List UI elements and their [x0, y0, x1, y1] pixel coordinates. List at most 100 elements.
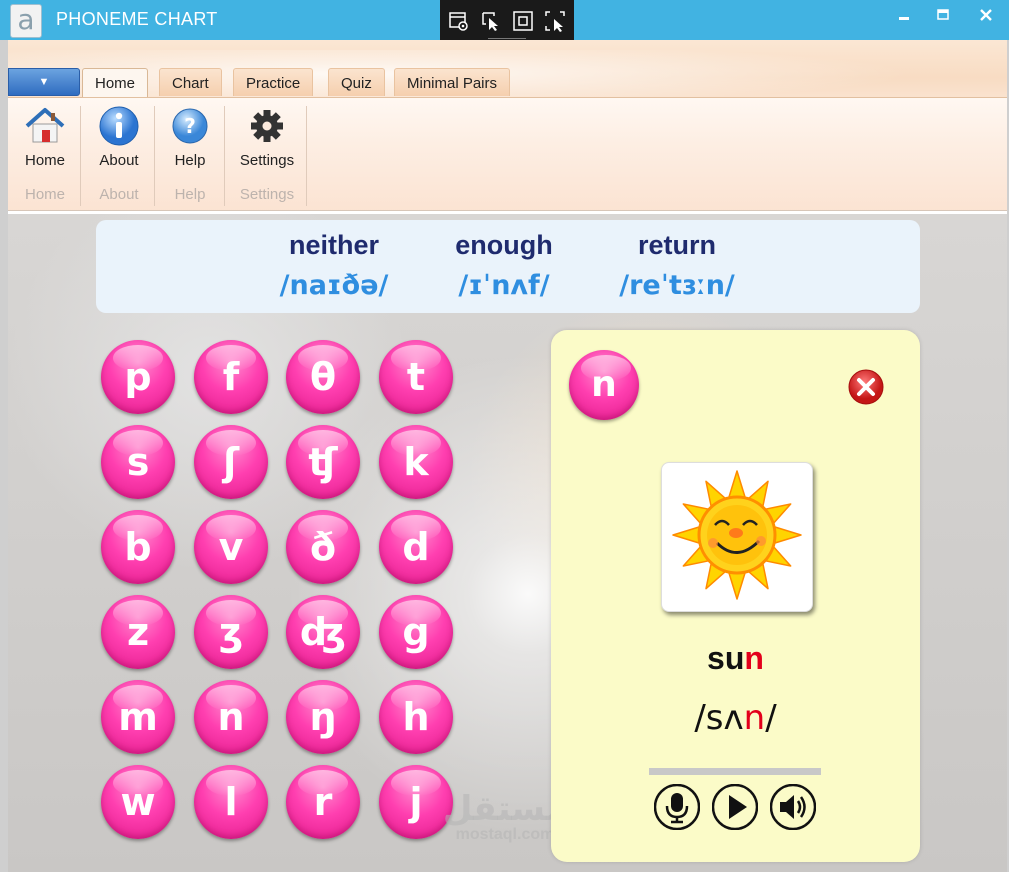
phoneme-button[interactable]: n	[194, 680, 268, 754]
tab-minimal-pairs[interactable]: Minimal Pairs	[394, 68, 511, 96]
example-ipa: /reˈtɜːn/	[619, 270, 735, 301]
speaker-icon	[769, 783, 817, 831]
tab-minimal-pairs-label: Minimal Pairs	[407, 75, 498, 92]
phoneme-label: z	[126, 610, 150, 654]
phoneme-button[interactable]: b	[101, 510, 175, 584]
fullscreen-capture-icon[interactable]	[512, 10, 534, 32]
house-icon	[23, 104, 67, 148]
phoneme-label: ð	[309, 525, 337, 569]
phoneme-button[interactable]: l	[194, 765, 268, 839]
tab-home[interactable]: Home	[82, 68, 149, 98]
help-button[interactable]: ? Help	[162, 104, 218, 169]
minimize-icon	[899, 17, 909, 20]
ribbon-separator	[80, 106, 81, 206]
ribbon-panel: Home Home About About ? Help Help Settin…	[8, 97, 1007, 212]
minimize-button[interactable]	[891, 8, 917, 30]
phoneme-button[interactable]: f	[194, 340, 268, 414]
tab-quiz-label: Quiz	[341, 75, 372, 92]
phoneme-button[interactable]: v	[194, 510, 268, 584]
phoneme-label: ŋ	[309, 695, 337, 739]
word-picture	[661, 462, 813, 612]
help-icon: ?	[168, 104, 212, 148]
phoneme-button[interactable]: k	[379, 425, 453, 499]
phoneme-button[interactable]: ʒ	[194, 595, 268, 669]
phoneme-button[interactable]: r	[286, 765, 360, 839]
home-button[interactable]: Home	[16, 104, 74, 169]
phoneme-label: j	[409, 780, 423, 824]
pointer-select-icon[interactable]	[480, 10, 502, 32]
maximize-button[interactable]	[930, 8, 956, 30]
tab-home-label: Home	[95, 75, 136, 92]
selected-phoneme[interactable]: n	[569, 350, 639, 420]
phoneme-label: s	[126, 440, 150, 484]
example-ipa: /ɪˈnʌf/	[458, 270, 550, 301]
word-prefix: su	[707, 640, 745, 676]
help-group-label: Help	[174, 186, 206, 203]
dropdown-arrow-icon: ▼	[38, 76, 50, 88]
selected-phoneme-label: n	[591, 364, 617, 405]
phoneme-label: ʤ	[299, 610, 347, 654]
phoneme-label: h	[402, 695, 430, 739]
ipa-highlight: n	[743, 698, 766, 738]
svg-text:?: ?	[184, 114, 196, 138]
phoneme-button[interactable]: t	[379, 340, 453, 414]
phoneme-label: r	[313, 780, 333, 824]
close-icon	[980, 9, 992, 21]
settings-button[interactable]: Settings	[232, 104, 302, 169]
microphone-icon	[653, 783, 701, 831]
phoneme-label: ʒ	[218, 610, 244, 654]
tab-quiz[interactable]: Quiz	[328, 68, 385, 96]
ipa-prefix: /sʌ	[694, 698, 744, 738]
ribbon-separator	[224, 106, 225, 206]
gear-icon	[245, 104, 289, 148]
app-menu-button[interactable]: ▼	[8, 68, 80, 96]
phoneme-label: t	[406, 355, 426, 399]
tab-practice[interactable]: Practice	[233, 68, 314, 96]
window-capture-icon[interactable]	[448, 10, 470, 32]
close-button[interactable]	[973, 8, 999, 30]
phoneme-label: p	[124, 355, 152, 399]
phoneme-button[interactable]: g	[379, 595, 453, 669]
about-group-label: About	[99, 186, 139, 203]
example-word[interactable]: return	[592, 230, 762, 261]
phoneme-label: l	[224, 780, 238, 824]
tab-chart-label: Chart	[172, 75, 209, 92]
close-card-button[interactable]	[847, 368, 885, 406]
example-word-display: sun	[551, 640, 920, 677]
about-button-label: About	[99, 152, 139, 169]
example-word[interactable]: neither	[249, 230, 419, 261]
phoneme-button[interactable]: s	[101, 425, 175, 499]
record-button[interactable]	[653, 783, 701, 831]
play-button[interactable]	[711, 783, 759, 831]
phoneme-label: d	[402, 525, 430, 569]
phoneme-button[interactable]: h	[379, 680, 453, 754]
phoneme-button[interactable]: p	[101, 340, 175, 414]
window-title: PHONEME CHART	[56, 9, 218, 29]
phoneme-button[interactable]: ʃ	[194, 425, 268, 499]
phoneme-button[interactable]: ʧ	[286, 425, 360, 499]
example-ipa: /naɪðə/	[279, 270, 389, 301]
phoneme-button[interactable]: z	[101, 595, 175, 669]
phoneme-button[interactable]: d	[379, 510, 453, 584]
phoneme-label: k	[403, 440, 429, 484]
phoneme-label: n	[217, 695, 245, 739]
home-button-label: Home	[24, 152, 65, 169]
phoneme-button[interactable]: ð	[286, 510, 360, 584]
phoneme-button[interactable]: θ	[286, 340, 360, 414]
tab-chart[interactable]: Chart	[159, 68, 222, 96]
example-word[interactable]: enough	[419, 230, 589, 261]
about-button[interactable]: About	[88, 104, 150, 169]
phoneme-label: v	[218, 525, 244, 569]
phoneme-button[interactable]: ŋ	[286, 680, 360, 754]
ribbon-separator	[306, 106, 307, 206]
ipa-suffix: /	[765, 698, 777, 738]
ribbon-separator	[154, 106, 155, 206]
ribbon: ▼ Home Chart Practice Quiz Minimal Pairs…	[8, 40, 1007, 212]
phoneme-button[interactable]: w	[101, 765, 175, 839]
listen-button[interactable]	[769, 783, 817, 831]
region-capture-icon[interactable]	[544, 10, 566, 32]
phoneme-button[interactable]: m	[101, 680, 175, 754]
audio-progress-bar[interactable]	[649, 768, 821, 775]
phoneme-button[interactable]: ʤ	[286, 595, 360, 669]
settings-button-label: Settings	[239, 152, 295, 169]
